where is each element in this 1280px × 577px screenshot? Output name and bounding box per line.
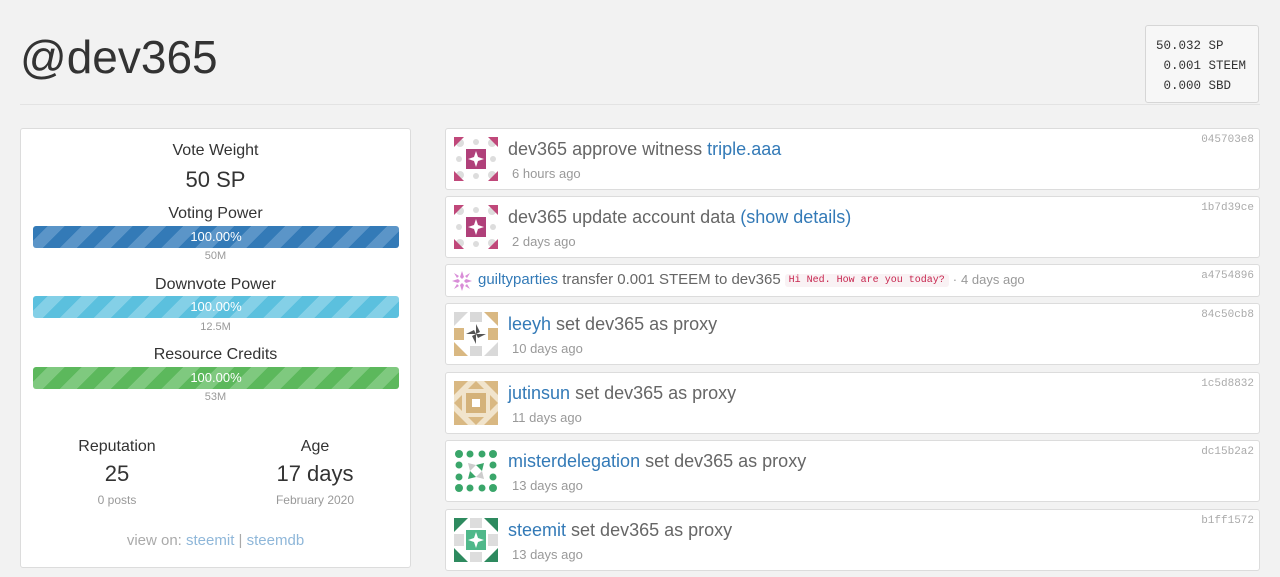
balance-unit: STEEM — [1208, 59, 1247, 73]
op-time: 13 days ago — [512, 478, 583, 493]
vote-weight-value: 50 SP — [185, 167, 246, 192]
target-link[interactable]: triple.aaa — [707, 139, 781, 159]
actor-link[interactable]: misterdelegation — [508, 451, 640, 471]
posts-count: 0 posts — [97, 493, 137, 507]
account-title: @dev365 — [20, 31, 218, 83]
op-time: 6 hours ago — [512, 166, 581, 181]
balance-amount: 0.001 — [1156, 59, 1202, 73]
op-action: transfer 0.001 STEEM to dev365 — [562, 271, 781, 288]
op-description: dev365 update account data (show details… — [508, 207, 851, 228]
op-description: steemit set dev365 as proxy — [508, 520, 732, 541]
avatar-icon[interactable] — [454, 137, 498, 181]
account-stats-panel: Vote Weight 50 SP Voting Power 100.00% 5… — [20, 128, 411, 568]
actor-link[interactable]: steemit — [508, 520, 566, 540]
tx-id[interactable]: 84c50cb8 — [1201, 309, 1254, 321]
header-divider — [20, 104, 1260, 105]
balances-box: 50.032 SP 0.001 STEEM 0.000 SBD — [1145, 25, 1259, 103]
separator-dot: · — [952, 272, 958, 287]
view-on-links: view on: steemit | steemdb — [21, 532, 410, 549]
vote-weight-label: Vote Weight — [172, 142, 259, 159]
resource-credits-sub: 53M — [204, 391, 227, 403]
op-description: leeyh set dev365 as proxy — [508, 314, 717, 335]
balance-amount: 0.000 — [1156, 79, 1202, 93]
voting-power-label: Voting Power — [168, 205, 263, 222]
reputation-value: 25 — [104, 461, 130, 486]
op-time: 11 days ago — [512, 410, 582, 425]
avatar-icon[interactable] — [454, 381, 498, 425]
reputation-stat: Reputation 25 0 posts — [27, 438, 207, 507]
downvote-power-label: Downvote Power — [155, 276, 276, 293]
reputation-label: Reputation — [78, 438, 156, 455]
op-action: approve witness — [572, 139, 703, 159]
op-action: set dev365 as proxy — [556, 314, 718, 334]
age-label: Age — [300, 438, 330, 455]
avatar-icon[interactable] — [454, 312, 498, 356]
op-action: set dev365 as proxy — [571, 520, 733, 540]
op-action: update account data — [572, 207, 736, 227]
view-on-label: view on: — [126, 532, 182, 549]
actor-name: dev365 — [508, 207, 568, 227]
actor-link[interactable]: leeyh — [508, 314, 551, 334]
feed-item: leeyh set dev365 as proxy 10 days ago 84… — [445, 303, 1260, 365]
feed-item: guiltyparties transfer 0.001 STEEM to de… — [445, 264, 1260, 297]
balance-amount: 50.032 — [1156, 39, 1202, 53]
avatar-icon[interactable] — [451, 270, 473, 292]
op-description: dev365 approve witness triple.aaa — [508, 139, 781, 160]
actor-link[interactable]: guiltyparties — [478, 271, 558, 288]
voting-power-bar: 100.00% — [33, 226, 399, 248]
downvote-power-sub: 12.5M — [200, 321, 231, 333]
op-description: jutinsun set dev365 as proxy — [508, 383, 736, 404]
tx-id[interactable]: b1ff1572 — [1201, 515, 1254, 527]
transfer-memo: Hi Ned. How are you today? — [784, 273, 949, 287]
view-on-separator: | — [238, 532, 243, 549]
steemdb-link[interactable]: steemdb — [247, 532, 305, 549]
op-time: 4 days ago — [961, 272, 1025, 287]
feed-item: steemit set dev365 as proxy 13 days ago … — [445, 509, 1260, 571]
feed-item: dev365 approve witness triple.aaa 6 hour… — [445, 128, 1260, 190]
actor-link[interactable]: jutinsun — [508, 383, 570, 403]
feed-item: dev365 update account data (show details… — [445, 196, 1260, 258]
avatar-icon[interactable] — [454, 518, 498, 562]
tx-id[interactable]: 1c5d8832 — [1201, 378, 1254, 390]
feed-item: misterdelegation set dev365 as proxy 13 … — [445, 440, 1260, 502]
voting-power-sub: 50M — [204, 250, 227, 262]
tx-id[interactable]: 1b7d39ce — [1201, 202, 1254, 214]
tx-id[interactable]: 045703e8 — [1201, 134, 1254, 146]
steemit-link[interactable]: steemit — [186, 532, 234, 549]
resource-credits-bar: 100.00% — [33, 367, 399, 389]
downvote-power-bar: 100.00% — [33, 296, 399, 318]
balance-unit: SP — [1208, 39, 1224, 53]
actor-name: dev365 — [508, 139, 568, 159]
op-action: set dev365 as proxy — [575, 383, 737, 403]
age-stat: Age 17 days February 2020 — [225, 438, 405, 507]
show-details-link[interactable]: (show details) — [740, 207, 851, 227]
balance-sp: 50.032 SP — [1156, 36, 1258, 56]
avatar-icon[interactable] — [454, 205, 498, 249]
tx-id[interactable]: a4754896 — [1201, 270, 1254, 282]
balance-sbd: 0.000 SBD — [1156, 76, 1258, 96]
op-time: 13 days ago — [512, 547, 583, 562]
age-value: 17 days — [276, 461, 354, 486]
balance-unit: SBD — [1208, 79, 1232, 93]
op-time: 2 days ago — [512, 234, 576, 249]
op-description: misterdelegation set dev365 as proxy — [508, 451, 806, 472]
op-time: 10 days ago — [512, 341, 583, 356]
resource-credits-label: Resource Credits — [153, 346, 278, 363]
avatar-icon[interactable] — [454, 449, 498, 493]
op-action: set dev365 as proxy — [645, 451, 807, 471]
created-date: February 2020 — [275, 493, 355, 507]
op-description: guiltyparties transfer 0.001 STEEM to de… — [478, 271, 1025, 288]
balance-steem: 0.001 STEEM — [1156, 56, 1258, 76]
feed-item: jutinsun set dev365 as proxy 11 days ago… — [445, 372, 1260, 434]
tx-id[interactable]: dc15b2a2 — [1201, 446, 1254, 458]
